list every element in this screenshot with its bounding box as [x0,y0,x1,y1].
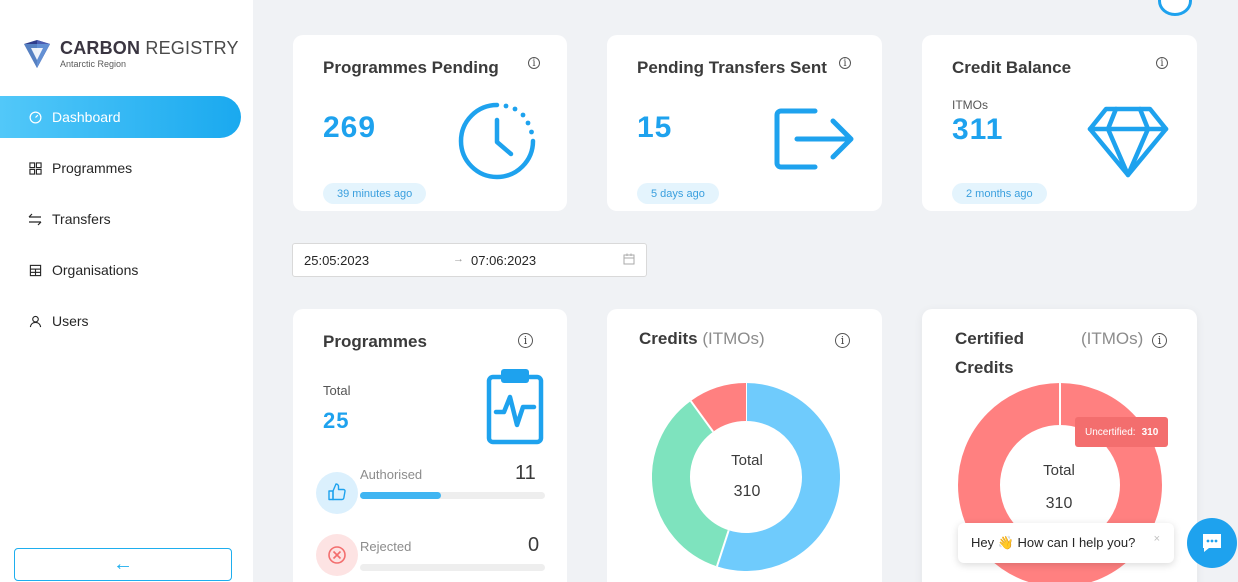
stat-title: Programmes Pending [323,58,499,77]
stat-value: 15 [637,111,673,144]
diamond-icon [1087,106,1169,178]
sidebar-item-label: Users [52,313,89,329]
info-icon[interactable]: i [839,57,851,69]
stat-card-credit-balance: Credit Balance i ITMOs 311 2 months ago [922,35,1197,211]
collapse-sidebar-button[interactable]: ← [14,548,232,581]
credits-card: Credits (ITMOs) i Total 310 [607,309,882,582]
brand-logo[interactable]: CARBON REGISTRY Antarctic Region [22,38,239,70]
donut-center-value: 310 [733,483,761,500]
authorised-progress-bar [360,492,442,499]
chat-message: Hey 👋 How can I help you? [971,535,1136,550]
building-icon [28,263,42,277]
thumbs-up-icon [316,472,358,514]
stat-card-programmes-pending: Programmes Pending i 269 39 minutes ago [293,35,567,211]
programmes-card: Programmes i Total 25 Authorised 11 Reje… [293,309,567,582]
sidebar-item-label: Organisations [52,262,139,278]
sidebar: CARBON REGISTRY Antarctic Region Dashboa… [0,0,253,582]
dashboard-icon [28,110,42,124]
arrow-left-icon: ← [113,553,133,575]
certified-unit: (ITMOs) [1081,329,1144,348]
stat-title: Credit Balance [952,58,1072,77]
brand-title-light: REGISTRY [145,38,239,58]
clock-icon [458,102,536,180]
card-title: Credits (ITMOs) [639,329,765,349]
stat-unit: ITMOs [952,98,988,112]
close-icon[interactable]: × [1154,533,1160,545]
info-icon[interactable]: i [835,333,850,348]
donut-slice-blue[interactable] [716,383,840,571]
sidebar-item-label: Dashboard [52,109,121,125]
stat-title: Pending Transfers Sent [637,58,827,77]
time-badge: 39 minutes ago [323,183,427,204]
credits-donut-chart [652,383,840,571]
date-range-picker[interactable]: 25:05:2023 → 07:06:2023 [292,243,647,277]
total-value: 25 [323,408,350,433]
tooltip-label: Uncertified: [1085,426,1136,438]
chat-button[interactable] [1187,518,1237,568]
brand-subtitle: Antarctic Region [60,59,127,69]
carbon-logo-icon [24,40,50,68]
info-icon[interactable]: i [528,57,540,69]
avatar[interactable] [1158,0,1192,16]
start-date-input[interactable]: 25:05:2023 [304,253,369,268]
rejected-label: Rejected [360,539,412,554]
grid-icon [28,161,42,175]
credits-unit: (ITMOs) [702,329,765,348]
sidebar-item-label: Transfers [52,211,111,227]
end-date-input[interactable]: 07:06:2023 [471,253,536,268]
stat-value: 269 [323,111,377,144]
certified-title-line2: Credits [955,358,1014,377]
sidebar-item-dashboard[interactable]: Dashboard [0,96,241,138]
stat-card-pending-transfers: Pending Transfers Sent i 15 5 days ago [607,35,882,211]
time-badge: 5 days ago [637,183,719,204]
authorised-label: Authorised [360,467,423,482]
certified-title-line1: Certified [955,329,1024,348]
rejected-icon [316,534,358,576]
time-badge: 2 months ago [952,183,1047,204]
credits-title: Credits [639,329,698,348]
info-icon[interactable]: i [518,333,533,348]
donut-center-value: 310 [1045,495,1073,512]
total-label: Total [323,383,351,398]
sidebar-item-label: Programmes [52,160,133,176]
sidebar-nav: Dashboard Programmes Transfers Organisat… [0,96,253,351]
sidebar-item-users[interactable]: Users [0,300,253,342]
info-icon[interactable]: i [1152,333,1167,348]
chart-tooltip: Uncertified: 310 [1075,417,1169,447]
donut-center-label: Total [731,452,763,469]
chat-greeting-bubble[interactable]: Hey 👋 How can I help you? × [958,523,1174,563]
export-icon [774,108,854,170]
brand-title: CARBON REGISTRY [60,38,239,58]
authorised-value: 11 [515,462,536,484]
brand-title-bold: CARBON [60,38,141,58]
clipboard-chart-icon [486,369,544,445]
donut-slice-green[interactable] [652,400,730,567]
card-title: Programmes [323,332,427,351]
stat-value: 311 [952,113,1004,146]
donut-slice-red[interactable] [690,383,747,433]
donut-center-label: Total [1043,462,1075,479]
rejected-value: 0 [528,534,540,556]
sidebar-item-transfers[interactable]: Transfers [0,198,253,240]
tooltip-value: 310 [1141,426,1159,438]
sidebar-item-programmes[interactable]: Programmes [0,147,253,189]
transfer-icon [28,212,42,226]
chat-icon [1203,534,1221,552]
info-icon[interactable]: i [1156,57,1168,69]
sidebar-item-organisations[interactable]: Organisations [0,249,253,291]
user-icon [28,314,42,328]
rejected-progress-track [360,564,545,571]
arrow-right-icon: → [453,253,464,265]
calendar-icon[interactable] [623,253,635,268]
